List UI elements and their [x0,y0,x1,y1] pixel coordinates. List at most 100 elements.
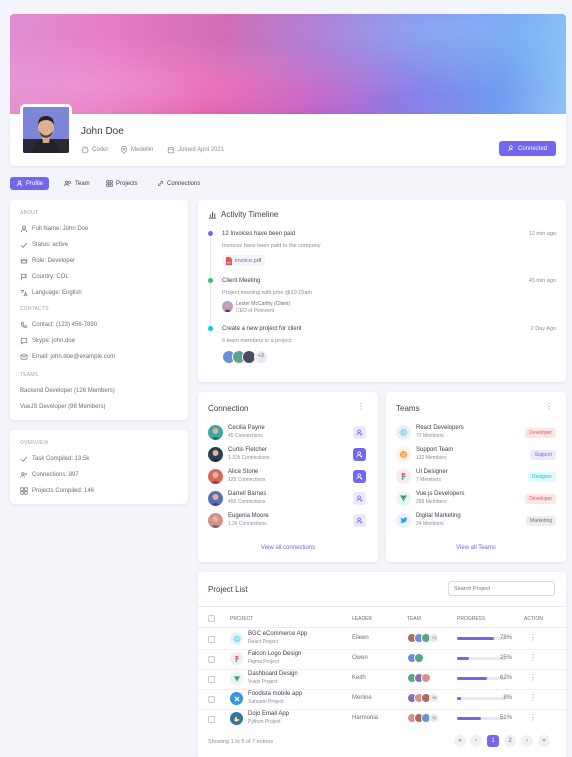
avatar [414,653,424,663]
view-all-connections-link[interactable]: View all connections [198,545,378,551]
row-checkbox[interactable] [208,696,215,703]
progress-label: 62% [499,675,512,681]
avatar [208,469,223,484]
more-vertical-icon[interactable]: ⋮ [529,693,537,702]
project-leader: Harmonia [352,715,379,721]
team-badge: Developer [525,494,556,504]
more-vertical-icon[interactable]: ⋮ [545,402,553,411]
link-icon [158,181,163,186]
avatar [208,513,223,528]
timeline-item-desc: Invoices have been paid to the company [222,243,321,249]
view-all-teams-link[interactable]: View all Teams [386,545,566,551]
avatar [222,301,233,312]
more-vertical-icon[interactable]: ⋮ [357,402,365,411]
crown-icon [20,258,28,264]
timeline-line [210,237,211,329]
user-icon [356,517,363,524]
user-check-icon [508,145,513,152]
project-type: Figma Project [248,659,279,665]
check-icon [20,456,28,462]
more-members-count: +3 [429,633,439,643]
project-logo-icon [230,672,243,685]
connect-button[interactable] [353,492,366,505]
more-vertical-icon[interactable]: ⋮ [529,713,537,722]
tab-team[interactable]: Team [64,177,90,190]
tab-connections[interactable]: Connections [157,177,200,190]
contact-email: Email: john.doe@example.com [20,353,115,361]
contacts-section-title: CONTACTS [20,306,49,312]
project-type: Xamarin Project [248,699,284,705]
page-1-button[interactable]: 1 [487,735,499,747]
profile-name: John Doe [81,126,124,137]
next-page-button[interactable]: › [521,735,533,747]
team-name: Support Team [416,447,454,453]
team-logo-icon [396,425,411,440]
avatar [208,425,223,440]
page-2-button[interactable]: 2 [504,735,516,747]
user-icon [356,473,363,480]
overview-projects: Projects Compiled: 146 [20,487,94,495]
tab-projects[interactable]: Projects [106,177,138,190]
team-members-count: 122 Members [416,455,447,461]
more-vertical-icon[interactable]: ⋮ [529,673,537,682]
tab-profile[interactable]: Profile [10,177,50,190]
connect-button[interactable] [353,514,366,527]
connection-name: Curtis Fletcher [228,447,268,453]
row-checkbox[interactable] [208,656,215,663]
connected-button[interactable]: Connected [499,141,556,156]
more-vertical-icon[interactable]: ⋮ [529,653,537,662]
overview-title: OVERVIEW [20,440,49,446]
disconnect-button[interactable] [353,470,366,483]
last-page-button[interactable]: » [538,735,550,747]
team-logo-icon [396,469,411,484]
user-icon [356,429,363,436]
row-checkbox[interactable] [208,716,215,723]
search-project-input[interactable] [448,581,555,596]
progress-label: 51% [499,715,512,721]
pdf-file-icon: PDF [226,256,232,265]
team-members-count: 24 Members [416,521,444,527]
connection-count: 456 Connections [228,499,266,505]
palette-icon [81,146,89,154]
client-role: CEO of Pixinvent [236,308,275,314]
profile-role: Coder [81,146,108,154]
progress-label: 25% [499,655,512,661]
about-section-title: ABOUT [20,210,39,216]
team-badge: Marketing [526,516,556,526]
timeline-item-title: 12 Invoices have been paid [222,231,296,237]
team-name: Digital Marketing [416,513,461,519]
disconnect-button[interactable] [353,448,366,461]
divider [198,689,566,690]
invoice-file[interactable]: PDF invoice.pdf [222,255,266,266]
prev-page-button[interactable]: ‹ [470,735,482,747]
project-leader: Keith [352,675,366,681]
about-country: Country: COL [20,273,69,281]
more-vertical-icon[interactable]: ⋮ [529,633,537,642]
connection-count: 45 Connections [228,433,263,439]
progress-fill [457,677,487,680]
row-checkbox[interactable] [208,676,215,683]
timeline-dot [208,231,213,236]
calendar-icon [167,147,175,154]
progress-label: 8% [503,695,512,701]
users-icon [20,472,27,478]
grid-icon [106,180,113,187]
avatar [208,447,223,462]
connection-title: Connection [208,404,249,413]
timeline-item-title: Client Meeting [222,278,261,284]
check-icon [20,242,28,248]
first-page-button[interactable]: « [454,735,466,747]
client-name: Lester McCarthy (Client) [236,301,291,307]
user-icon [20,225,28,233]
about-full-name: Full Name: John Doe [20,225,88,233]
user-icon [16,180,23,187]
team-entry: VueJS Developer (98 Members) [20,404,106,410]
project-list-title: Project List [208,585,248,594]
grid-icon [20,487,28,495]
cover-banner [10,14,566,114]
row-checkbox[interactable] [208,636,215,643]
project-name: Dojo Email App [248,711,290,717]
contact-phone: Contact: (123) 456-7890 [20,321,97,329]
connect-button[interactable] [353,426,366,439]
select-all-checkbox[interactable] [208,615,215,622]
